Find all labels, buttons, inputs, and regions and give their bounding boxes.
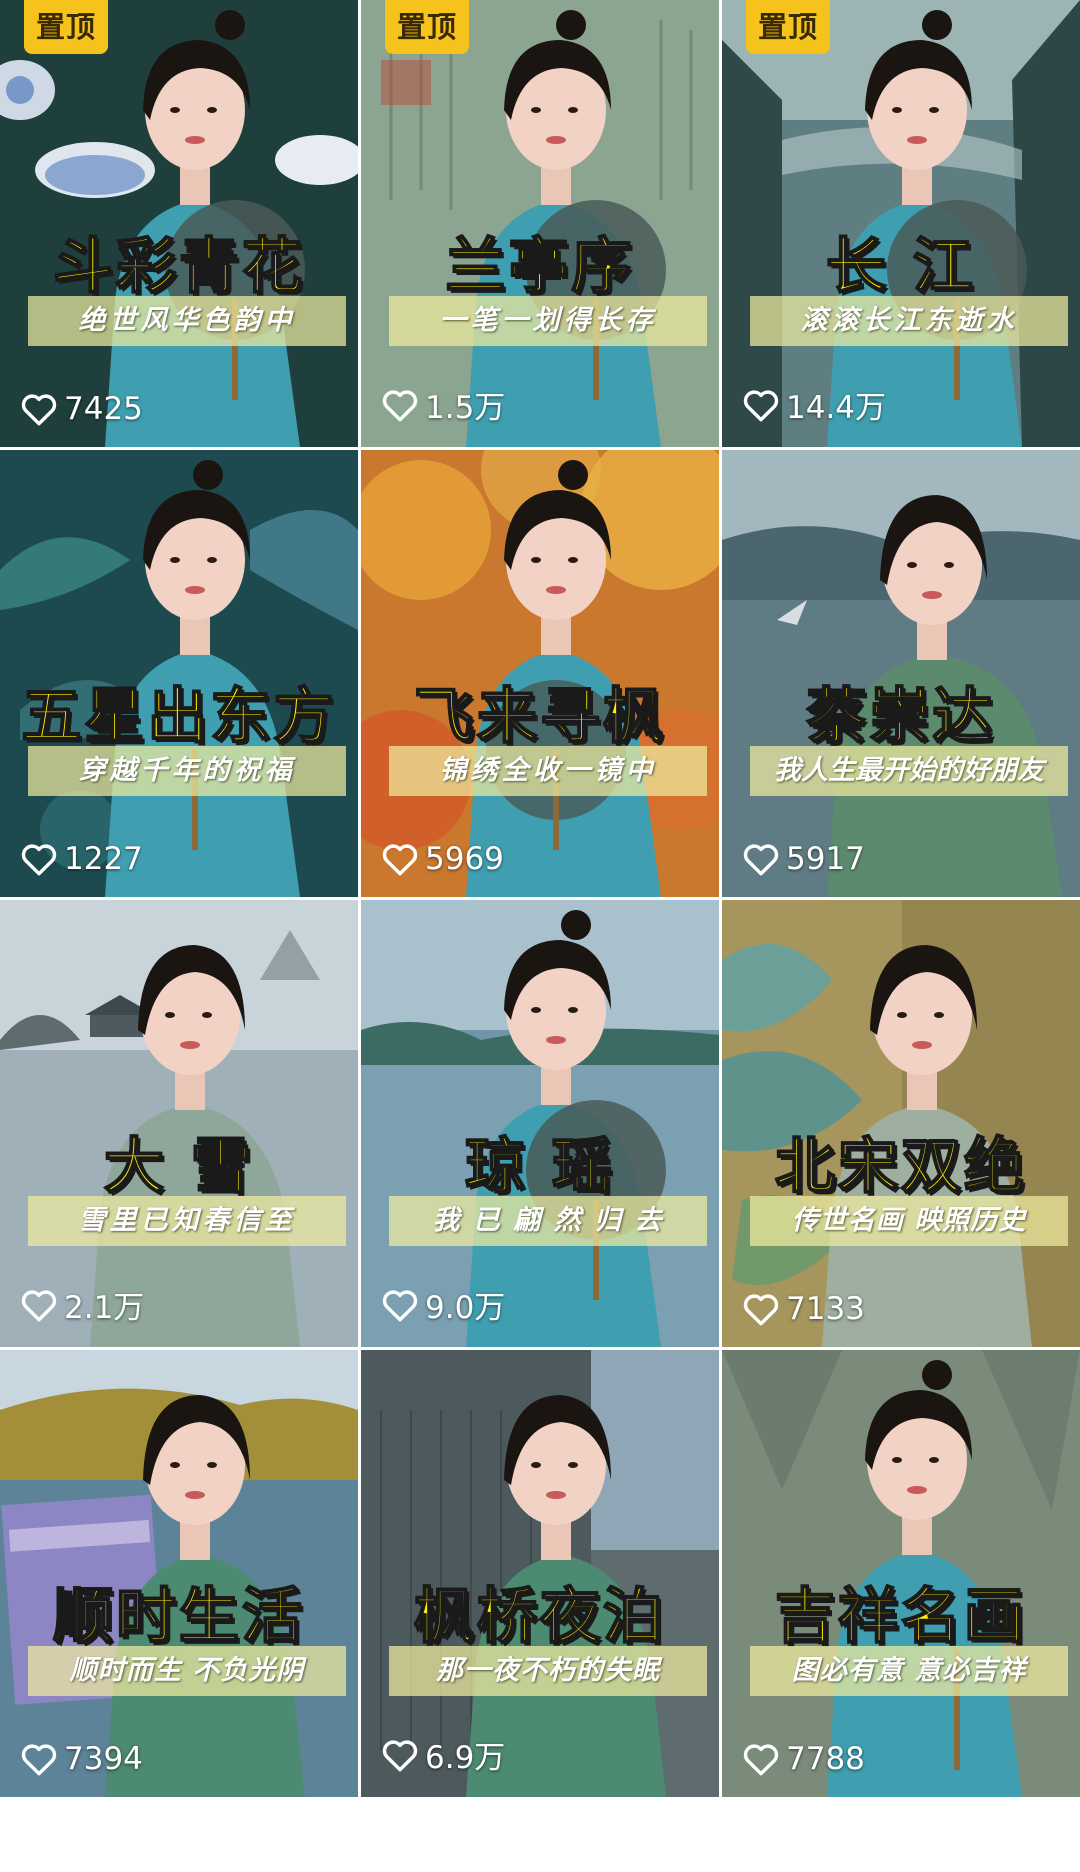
heart-outline-icon	[21, 844, 57, 876]
video-title: 兰亭序	[445, 231, 635, 303]
video-tile[interactable]: 五星出东方 穿越千年的祝福 1227	[0, 450, 358, 897]
video-subtitle: 绝世风华色韵中	[28, 296, 346, 346]
like-count-value: 1.5万	[425, 390, 506, 426]
like-count: 7133	[742, 1291, 865, 1327]
video-title: 蔡崇达	[806, 681, 996, 753]
video-subtitle: 顺时而生 不负光阴	[28, 1646, 346, 1696]
like-count-value: 9.0万	[425, 1290, 506, 1326]
heart-outline-icon	[21, 1744, 57, 1776]
like-count-value: 7425	[64, 391, 143, 427]
video-subtitle: 那一夜不朽的失眠	[389, 1646, 707, 1696]
like-count-value: 14.4万	[786, 390, 887, 426]
like-count: 1.5万	[381, 382, 505, 427]
video-subtitle: 雪里已知春信至	[28, 1196, 346, 1246]
video-tile[interactable]: 枫桥夜泊 那一夜不朽的失眠 6.9万	[361, 1350, 719, 1797]
video-subtitle: 我人生最开始的好朋友	[750, 746, 1068, 796]
like-count: 7425	[20, 391, 143, 427]
like-count: 1227	[20, 841, 143, 877]
video-title: 琼 瑶	[464, 1131, 615, 1203]
heart-outline-icon	[743, 844, 779, 876]
pinned-badge: 置顶	[385, 0, 470, 54]
video-title: 长 江	[825, 231, 976, 303]
video-subtitle: 我 已 翩 然 归 去	[389, 1196, 707, 1246]
heart-outline-icon	[382, 389, 418, 421]
video-subtitle: 穿越千年的祝福	[28, 746, 346, 796]
like-count-value: 7394	[64, 1741, 143, 1777]
video-title: 飞来寻枫	[413, 681, 666, 753]
video-title: 枫桥夜泊	[413, 1581, 666, 1653]
pinned-badge: 置顶	[746, 0, 831, 54]
heart-outline-icon	[743, 389, 779, 421]
video-tile[interactable]: 北宋双绝 传世名画 映照历史 7133	[722, 900, 1080, 1347]
video-subtitle: 锦绣全收一镜中	[389, 746, 707, 796]
video-tile[interactable]: 大 雪 雪里已知春信至 2.1万	[0, 900, 358, 1347]
like-count: 5917	[742, 841, 865, 877]
video-tile[interactable]: 吉祥名画 图必有意 意必吉祥 7788	[722, 1350, 1080, 1797]
like-count: 14.4万	[742, 382, 886, 427]
video-subtitle: 图必有意 意必吉祥	[750, 1646, 1068, 1696]
like-count-value: 1227	[64, 841, 143, 877]
like-count-value: 5917	[786, 841, 865, 877]
like-count: 7788	[742, 1741, 865, 1777]
like-count: 2.1万	[20, 1282, 144, 1327]
video-tile[interactable]: 蔡崇达 我人生最开始的好朋友 5917	[722, 450, 1080, 897]
heart-outline-icon	[743, 1744, 779, 1776]
video-subtitle: 一笔一划得长存	[389, 296, 707, 346]
heart-outline-icon	[21, 1289, 57, 1321]
heart-outline-icon	[743, 1294, 779, 1326]
video-title: 北宋双绝	[774, 1131, 1027, 1203]
heart-outline-icon	[382, 844, 418, 876]
heart-outline-icon	[21, 394, 57, 426]
video-tile[interactable]: 顺时生活 顺时而生 不负光阴 7394	[0, 1350, 358, 1797]
like-count-value: 2.1万	[64, 1290, 145, 1326]
like-count-value: 5969	[425, 841, 504, 877]
like-count-value: 6.9万	[425, 1740, 506, 1776]
video-title: 吉祥名画	[774, 1581, 1027, 1653]
like-count: 5969	[381, 841, 504, 877]
video-subtitle: 滚滚长江东逝水	[750, 296, 1068, 346]
video-tile[interactable]: 飞来寻枫 锦绣全收一镜中 5969	[361, 450, 719, 897]
video-tile[interactable]: 置顶 长 江 滚滚长江东逝水 14.4万	[722, 0, 1080, 447]
video-subtitle: 传世名画 映照历史	[750, 1196, 1068, 1246]
like-count: 6.9万	[381, 1732, 505, 1777]
video-grid: 置顶 斗彩青花 绝世风华色韵中 7425 置顶 兰亭序 一笔一划得长存 1.5万…	[0, 0, 1080, 1872]
video-tile[interactable]: 琼 瑶 我 已 翩 然 归 去 9.0万	[361, 900, 719, 1347]
heart-outline-icon	[382, 1289, 418, 1321]
video-tile[interactable]: 置顶 斗彩青花 绝世风华色韵中 7425	[0, 0, 358, 447]
like-count-value: 7133	[786, 1291, 865, 1327]
heart-outline-icon	[382, 1739, 418, 1771]
video-title: 斗彩青花	[52, 231, 305, 303]
like-count: 7394	[20, 1741, 143, 1777]
video-title: 五星出东方	[21, 681, 337, 753]
like-count: 9.0万	[381, 1282, 505, 1327]
video-title: 大 雪	[103, 1131, 254, 1203]
pinned-badge: 置顶	[24, 0, 109, 54]
video-title: 顺时生活	[52, 1581, 305, 1653]
like-count-value: 7788	[786, 1741, 865, 1777]
video-tile[interactable]: 置顶 兰亭序 一笔一划得长存 1.5万	[361, 0, 719, 447]
